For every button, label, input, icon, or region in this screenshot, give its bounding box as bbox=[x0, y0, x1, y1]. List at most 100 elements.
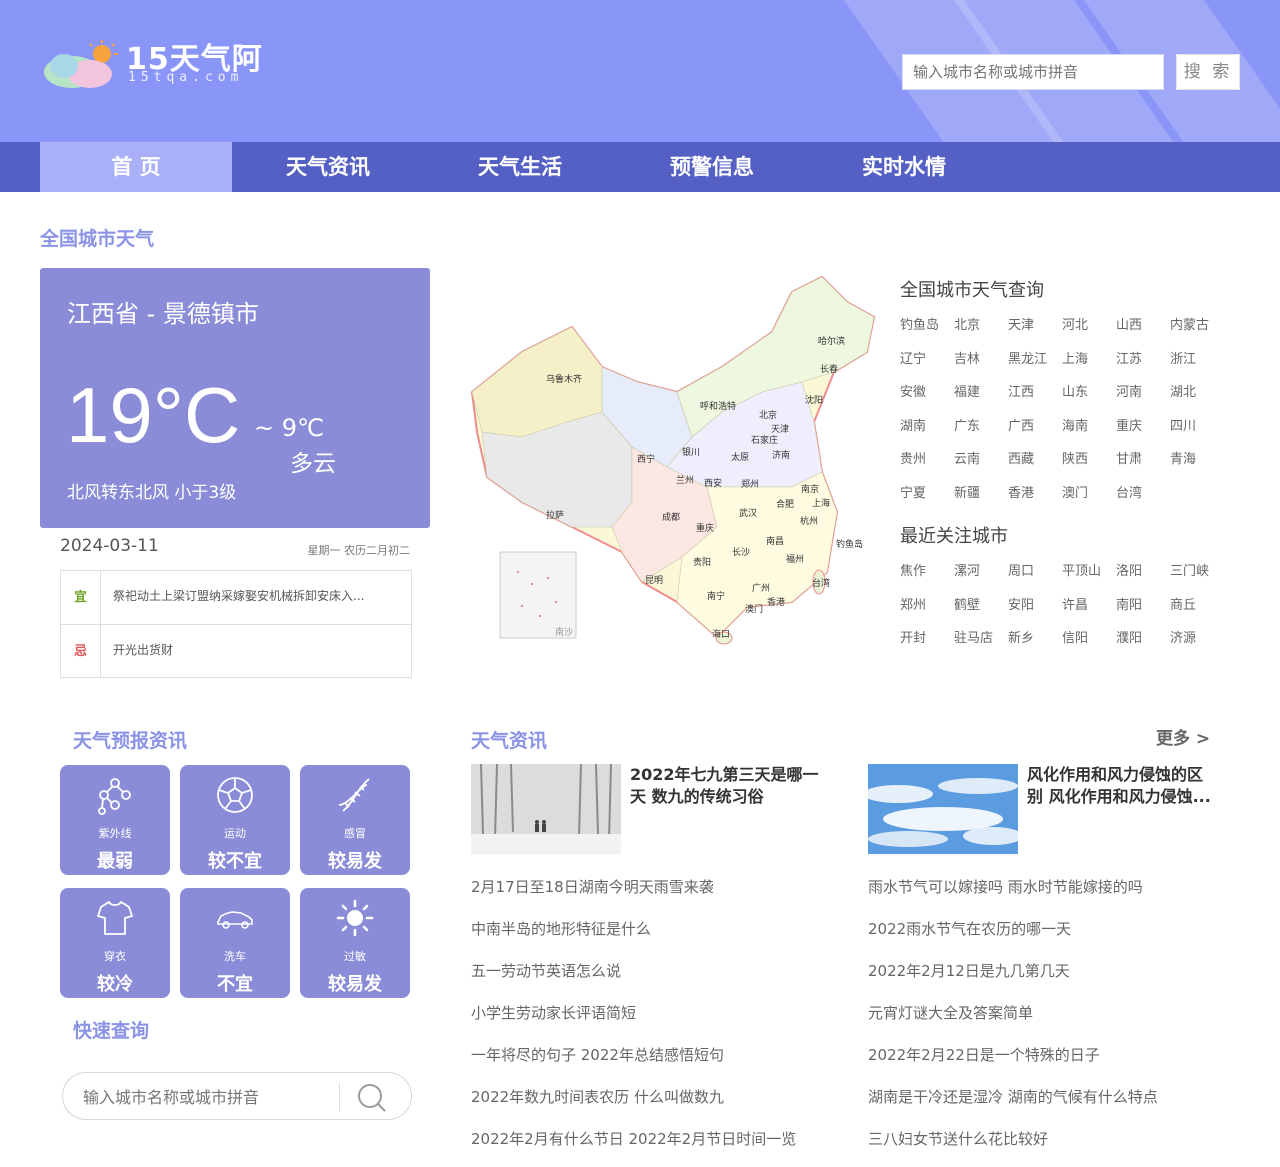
nav-item-weather-life[interactable]: 天气生活 bbox=[424, 142, 616, 192]
city-link[interactable]: 上海 bbox=[1062, 348, 1088, 367]
forecast-tile-uv[interactable]: 紫外线 最弱 bbox=[60, 765, 170, 875]
city-link[interactable]: 安阳 bbox=[1008, 594, 1034, 613]
city-link[interactable]: 郑州 bbox=[900, 594, 926, 613]
map-label: 合肥 bbox=[776, 500, 795, 510]
forecast-tile-name: 过敏 bbox=[344, 950, 366, 963]
city-link[interactable]: 济源 bbox=[1170, 627, 1196, 646]
search-icon[interactable] bbox=[355, 1081, 389, 1115]
city-link[interactable]: 贵州 bbox=[900, 448, 926, 467]
city-link[interactable]: 陕西 bbox=[1062, 448, 1088, 467]
city-link[interactable]: 新乡 bbox=[1008, 627, 1034, 646]
city-link[interactable]: 广西 bbox=[1008, 415, 1034, 434]
news-item[interactable]: 湖南是干冷还是湿冷 湖南的气候有什么特点 bbox=[868, 1086, 1158, 1107]
city-link[interactable]: 山东 bbox=[1062, 381, 1088, 400]
city-link[interactable]: 许昌 bbox=[1062, 594, 1088, 613]
news-thumb-sky[interactable] bbox=[868, 764, 1018, 854]
forecast-tile-value: 最弱 bbox=[97, 851, 133, 872]
city-link[interactable]: 宁夏 bbox=[900, 482, 926, 501]
city-link[interactable]: 辽宁 bbox=[900, 348, 926, 367]
news-thumb-snow[interactable] bbox=[471, 764, 621, 854]
city-link[interactable]: 濮阳 bbox=[1116, 627, 1142, 646]
tshirt-icon bbox=[97, 901, 133, 935]
forecast-tile-allergy[interactable]: 过敏 较易发 bbox=[300, 888, 410, 998]
city-link[interactable]: 海南 bbox=[1062, 415, 1088, 434]
city-link[interactable]: 香港 bbox=[1008, 482, 1034, 501]
site-logo[interactable]: 15天气阿 15tqa.com bbox=[42, 32, 272, 92]
news-item[interactable]: 2022年2月有什么节日 2022年2月节日时间一览 bbox=[471, 1128, 796, 1149]
news-item[interactable]: 2022年数九时间表农历 什么叫做数九 bbox=[471, 1086, 724, 1107]
city-link[interactable]: 西藏 bbox=[1008, 448, 1034, 467]
news-featured-title[interactable]: 风化作用和风力侵蚀的区别 风化作用和风力侵蚀... bbox=[1027, 764, 1217, 808]
city-link[interactable]: 安徽 bbox=[900, 381, 926, 400]
city-link[interactable]: 湖北 bbox=[1170, 381, 1196, 400]
city-link[interactable]: 开封 bbox=[900, 627, 926, 646]
city-link[interactable]: 江苏 bbox=[1116, 348, 1142, 367]
city-link[interactable]: 三门峡 bbox=[1170, 560, 1209, 579]
news-item[interactable]: 2022雨水节气在农历的哪一天 bbox=[868, 918, 1071, 939]
city-link[interactable]: 江西 bbox=[1008, 381, 1034, 400]
city-link[interactable]: 河北 bbox=[1062, 314, 1088, 333]
city-link[interactable]: 四川 bbox=[1170, 415, 1196, 434]
city-link[interactable]: 广东 bbox=[954, 415, 980, 434]
city-link[interactable]: 台湾 bbox=[1116, 482, 1142, 501]
city-link[interactable]: 吉林 bbox=[954, 348, 980, 367]
city-link[interactable]: 甘肃 bbox=[1116, 448, 1142, 467]
forecast-tile-carwash[interactable]: 洗车 不宜 bbox=[180, 888, 290, 998]
city-link[interactable]: 漯河 bbox=[954, 560, 980, 579]
nav-item-warnings[interactable]: 预警信息 bbox=[616, 142, 808, 192]
nav-item-weather-news[interactable]: 天气资讯 bbox=[232, 142, 424, 192]
header-search-input[interactable] bbox=[903, 55, 1163, 89]
city-link[interactable]: 云南 bbox=[954, 448, 980, 467]
city-link[interactable]: 北京 bbox=[954, 314, 980, 333]
city-link[interactable]: 青海 bbox=[1170, 448, 1196, 467]
city-link[interactable]: 新疆 bbox=[954, 482, 980, 501]
city-link[interactable]: 天津 bbox=[1008, 314, 1034, 333]
map-label: 郑州 bbox=[741, 480, 760, 490]
header-search-box[interactable] bbox=[902, 54, 1164, 90]
city-link[interactable]: 焦作 bbox=[900, 560, 926, 579]
forecast-tile-name: 紫外线 bbox=[98, 827, 132, 840]
city-link[interactable]: 内蒙古 bbox=[1170, 314, 1209, 333]
news-item[interactable]: 小学生劳动家长评语简短 bbox=[471, 1002, 636, 1023]
forecast-tile-sport[interactable]: 运动 较不宜 bbox=[180, 765, 290, 875]
news-more-link[interactable]: 更多 > bbox=[1156, 724, 1210, 749]
nav-item-home[interactable]: 首 页 bbox=[40, 142, 232, 192]
city-link[interactable]: 钓鱼岛 bbox=[900, 314, 939, 333]
city-link[interactable]: 驻马店 bbox=[954, 627, 993, 646]
forecast-tile-cold[interactable]: 感冒 较易发 bbox=[300, 765, 410, 875]
news-item[interactable]: 2月17日至18日湖南今明天雨雪来袭 bbox=[471, 876, 714, 897]
city-link[interactable]: 周口 bbox=[1008, 560, 1034, 579]
city-link[interactable]: 澳门 bbox=[1062, 482, 1088, 501]
city-link[interactable]: 河南 bbox=[1116, 381, 1142, 400]
city-link[interactable]: 浙江 bbox=[1170, 348, 1196, 367]
city-link[interactable]: 重庆 bbox=[1116, 415, 1142, 434]
city-link[interactable]: 山西 bbox=[1116, 314, 1142, 333]
city-link[interactable]: 黑龙江 bbox=[1008, 348, 1047, 367]
city-link[interactable]: 福建 bbox=[954, 381, 980, 400]
header-search-button[interactable]: 搜 索 bbox=[1176, 54, 1240, 90]
city-link[interactable]: 洛阳 bbox=[1116, 560, 1142, 579]
quick-search-input[interactable] bbox=[83, 1085, 333, 1109]
city-link[interactable]: 商丘 bbox=[1170, 594, 1196, 613]
city-link[interactable]: 信阳 bbox=[1062, 627, 1088, 646]
news-item[interactable]: 中南半岛的地形特征是什么 bbox=[471, 918, 651, 939]
city-link[interactable]: 鹤壁 bbox=[954, 594, 980, 613]
news-item[interactable]: 2022年2月22日是一个特殊的日子 bbox=[868, 1044, 1100, 1065]
almanac-yi-label: 宜 bbox=[61, 571, 101, 624]
nav-item-water-info[interactable]: 实时水情 bbox=[808, 142, 1000, 192]
news-item[interactable]: 一年将尽的句子 2022年总结感悟短句 bbox=[471, 1044, 724, 1065]
news-item[interactable]: 元宵灯谜大全及答案简单 bbox=[868, 1002, 1033, 1023]
city-link[interactable]: 南阳 bbox=[1116, 594, 1142, 613]
city-link[interactable]: 平顶山 bbox=[1062, 560, 1101, 579]
news-item[interactable]: 2022年2月12日是九几第几天 bbox=[868, 960, 1070, 981]
news-item[interactable]: 五一劳动节英语怎么说 bbox=[471, 960, 621, 981]
almanac-ji-label: 忌 bbox=[61, 625, 101, 677]
news-item[interactable]: 雨水节气可以嫁接吗 雨水时节能嫁接的吗 bbox=[868, 876, 1143, 897]
news-featured-title[interactable]: 2022年七九第三天是哪一天 数九的传统习俗 bbox=[630, 764, 820, 808]
news-item[interactable]: 三八妇女节送什么花比较好 bbox=[868, 1128, 1048, 1149]
china-map[interactable]: 哈尔滨 长春 乌鲁木齐 呼和浩特 沈阳 北京 天津 石家庄 银川 太原 济南 西… bbox=[462, 272, 882, 656]
forecast-tile-dressing[interactable]: 穿衣 较冷 bbox=[60, 888, 170, 998]
map-label: 西宁 bbox=[637, 455, 656, 465]
lunar-date: 星期一 农历二月初二 bbox=[307, 544, 411, 557]
city-link[interactable]: 湖南 bbox=[900, 415, 926, 434]
